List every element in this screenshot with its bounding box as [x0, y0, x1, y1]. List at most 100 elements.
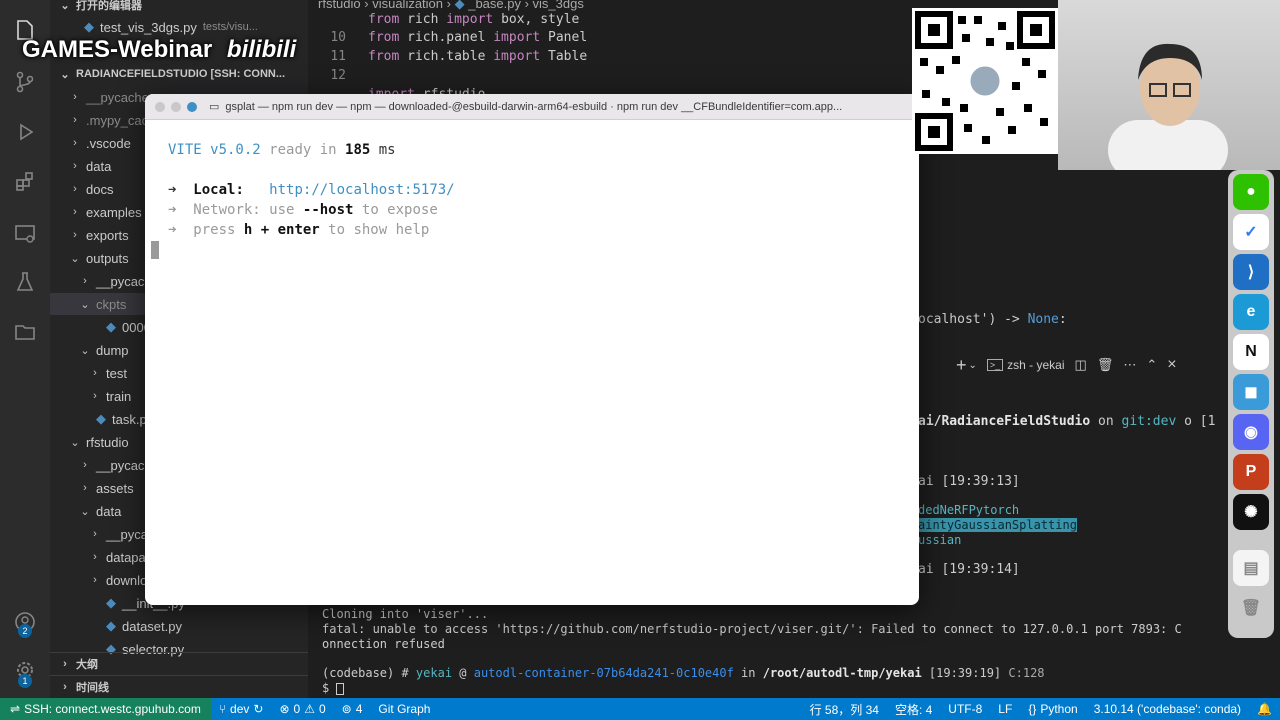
outline-header[interactable]: › 大纲	[50, 652, 308, 674]
line-ending[interactable]: LF	[990, 701, 1020, 718]
code-line: 11 from rich.table import Table	[330, 49, 588, 64]
python-file-icon: ◆	[106, 595, 116, 610]
speaker-camera	[1058, 0, 1280, 170]
ports-indicator[interactable]: ⊚ 4	[334, 702, 371, 716]
terminal-error-line: fatal: unable to access 'https://github.…	[322, 622, 1182, 636]
braces-icon: {}	[1028, 702, 1037, 716]
activity-bar: 2 1	[0, 0, 50, 698]
wechat-icon[interactable]: ●	[1233, 174, 1269, 210]
chatgpt-icon[interactable]: ✺	[1233, 494, 1269, 530]
run-debug-icon[interactable]	[11, 118, 39, 146]
tree-item[interactable]: ◆ dataset.py	[50, 615, 308, 637]
timeline-label: 时间线	[76, 681, 109, 694]
breadcrumb-item[interactable]: _base.py	[468, 0, 521, 11]
ports-icon: ⊚	[341, 702, 352, 716]
terminal-shell-label[interactable]: zsh - yekai	[1007, 358, 1064, 372]
code-fragment: ocalhost') -> None:	[918, 312, 1067, 327]
vite-terminal-window[interactable]: ▭ gsplat — npm run dev — npm — downloade…	[145, 94, 919, 605]
folder-icon[interactable]	[11, 318, 39, 346]
code-line: 10 from rich.panel import Panel	[330, 30, 588, 45]
trash-icon[interactable]: 🗑	[1233, 590, 1269, 626]
powerpoint-icon[interactable]: P	[1233, 454, 1269, 490]
chevron-down-icon: ⌄	[70, 252, 80, 265]
project-label: RADIANCEFIELDSTUDIO [SSH: CONN...	[76, 68, 285, 80]
tree-item-label: ckpts	[96, 296, 127, 312]
app-icon[interactable]: ◼	[1233, 374, 1269, 410]
discord-icon[interactable]: ◉	[1233, 414, 1269, 450]
chevron-down-icon[interactable]: ⌄	[969, 360, 977, 371]
terminal-repo-item-highlighted: aintyGaussianSplatting	[918, 518, 1077, 532]
accounts-badge: 2	[18, 624, 32, 638]
close-window-button[interactable]	[155, 101, 165, 112]
maximize-panel-icon[interactable]: ⌃	[1146, 357, 1157, 373]
encoding[interactable]: UTF-8	[940, 701, 990, 718]
zoom-window-button[interactable]	[187, 101, 197, 112]
terminal-path-line: ai/RadianceFieldStudio on git:dev o [1	[918, 414, 1216, 429]
python-file-icon: ◆	[106, 319, 116, 334]
close-panel-icon[interactable]: ×	[1167, 356, 1176, 374]
open-editor-item[interactable]: ◆ test_vis_3dgs.py tests/visu...	[50, 16, 308, 38]
document-icon[interactable]: ▤	[1233, 550, 1269, 586]
branch-indicator[interactable]: ⑂ dev ↻	[211, 702, 272, 716]
folder-icon: ▭	[209, 101, 220, 113]
chevron-right-icon: ›	[73, 206, 77, 218]
chevron-down-icon: ⌄	[80, 505, 90, 518]
cursor-position[interactable]: 行 58，列 34	[802, 701, 887, 718]
git-graph-button[interactable]: Git Graph	[370, 702, 438, 716]
vscode-icon[interactable]: ⟩	[1233, 254, 1269, 290]
chevron-right-icon: ›	[73, 229, 77, 241]
language-mode[interactable]: {} Python	[1020, 701, 1085, 718]
chevron-right-icon: ›	[73, 114, 77, 126]
window-titlebar[interactable]: ▭ gsplat — npm run dev — npm — downloade…	[145, 94, 919, 120]
terminal-cursor	[151, 241, 159, 259]
vite-ready-line: VITE v5.0.2 ready in 185 ms	[168, 142, 396, 158]
chevron-right-icon: ›	[93, 367, 97, 379]
tasks-icon[interactable]: ✓	[1233, 214, 1269, 250]
tree-item-label: .vscode	[86, 135, 131, 151]
remote-explorer-icon[interactable]	[11, 220, 39, 248]
terminal-input-line[interactable]: $	[322, 681, 345, 695]
split-terminal-icon[interactable]: ◫	[1075, 357, 1087, 373]
breadcrumb-item[interactable]: vis_3dgs	[533, 0, 584, 11]
minimize-window-button[interactable]	[171, 101, 181, 112]
python-interpreter[interactable]: 3.10.14 ('codebase': conda)	[1086, 701, 1249, 718]
problems-indicator[interactable]: ⊗ 0 ⚠ 0	[271, 702, 333, 716]
testing-icon[interactable]	[11, 268, 39, 296]
notifications-bell-icon[interactable]: 🔔	[1249, 701, 1280, 718]
indentation[interactable]: 空格: 4	[887, 701, 940, 718]
project-header[interactable]: ⌄ RADIANCEFIELDSTUDIO [SSH: CONN...	[50, 63, 308, 85]
webinar-title-overlay: GAMES-Webinar bilibili	[22, 36, 297, 63]
open-editors-header[interactable]: ⌄ 打开的编辑器	[50, 0, 308, 16]
python-file-icon: ◆	[84, 19, 94, 34]
more-icon[interactable]: ⋯	[1123, 357, 1136, 373]
tree-item-label: docs	[86, 181, 114, 197]
breadcrumb-item[interactable]: rfstudio	[318, 0, 361, 11]
tree-item-label: dataset.py	[122, 618, 182, 634]
chevron-right-icon: ›	[73, 91, 77, 103]
window-title: gsplat — npm run dev — npm — downloaded-…	[225, 100, 843, 113]
terminal-error-line: onnection refused	[322, 637, 445, 651]
status-bar: ⇌ SSH: connect.westc.gpuhub.com ⑂ dev ↻ ⊗ 0 ⚠…	[0, 698, 1280, 720]
timeline-header[interactable]: › 时间线	[50, 675, 308, 697]
error-icon: ⊗	[279, 702, 290, 716]
chevron-down-icon: ⌄	[80, 344, 90, 357]
extensions-icon[interactable]	[11, 168, 39, 196]
edge-icon[interactable]: e	[1233, 294, 1269, 330]
chevron-down-icon: ⌄	[70, 436, 80, 449]
notion-icon[interactable]: N	[1233, 334, 1269, 370]
new-terminal-icon[interactable]: +	[956, 355, 967, 376]
breadcrumb-item[interactable]: visualization	[372, 0, 443, 11]
tree-item-label: dump	[96, 342, 129, 358]
open-file-name: test_vis_3dgs.py	[100, 19, 197, 35]
local-url-link[interactable]: http://localhost:5173/	[269, 182, 454, 198]
tree-item-label: examples	[86, 204, 142, 220]
settings-badge: 1	[18, 674, 32, 688]
tree-item-label: train	[106, 388, 132, 404]
terminal-toolbar: + ⌄ >_ zsh - yekai ◫ 🗑 ⋯ ⌃ ×	[918, 352, 1228, 378]
outline-label: 大纲	[76, 658, 98, 671]
chevron-right-icon: ›	[73, 137, 77, 149]
remote-indicator[interactable]: ⇌ SSH: connect.westc.gpuhub.com	[0, 698, 211, 720]
trash-icon[interactable]: 🗑	[1097, 357, 1114, 373]
source-control-icon[interactable]	[11, 68, 39, 96]
warning-icon: ⚠	[304, 702, 315, 716]
